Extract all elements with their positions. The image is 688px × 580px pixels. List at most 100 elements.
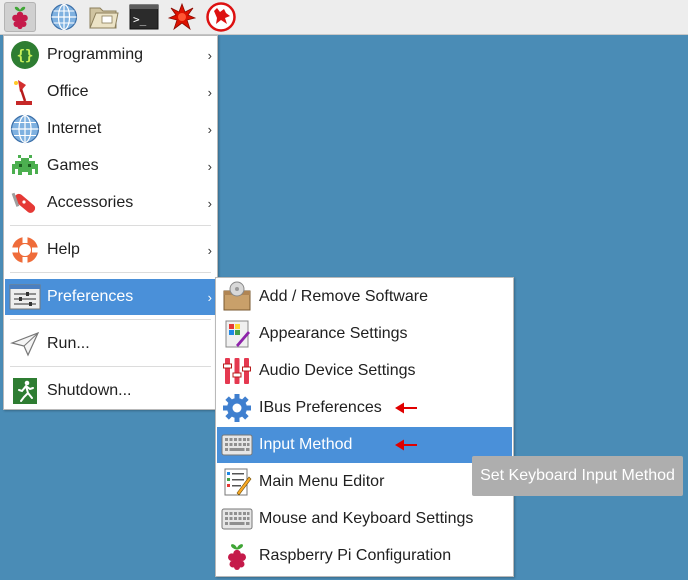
chevron-right-icon: ›	[207, 242, 212, 258]
accessories-icon-wrap	[8, 186, 42, 220]
annotation-arrow-icon	[395, 402, 417, 414]
menu-item-audio-device-settings[interactable]: Audio Device Settings	[217, 353, 512, 389]
package-icon-wrap	[220, 280, 254, 314]
audio-mixer-icon-wrap	[220, 354, 254, 388]
raspberry-icon	[228, 544, 246, 570]
preferences-icon-wrap	[8, 280, 42, 314]
menu-item-help[interactable]: Help ›	[5, 232, 216, 268]
keyboard-icon-wrap	[220, 428, 254, 462]
menu-item-label: IBus Preferences	[259, 399, 382, 416]
menu-separator	[10, 225, 211, 226]
chevron-right-icon: ›	[207, 289, 212, 305]
menu-item-main-menu-editor[interactable]: Main Menu Editor	[217, 464, 512, 500]
file-manager-button[interactable]	[88, 2, 120, 32]
menu-separator	[10, 319, 211, 320]
menu-item-label: Mouse and Keyboard Settings	[259, 510, 474, 527]
chevron-right-icon: ›	[207, 84, 212, 100]
web-browser-button[interactable]	[48, 2, 80, 32]
ibus-gear-icon-wrap	[220, 391, 254, 425]
terminal-icon: >_	[129, 4, 159, 30]
mathematica-icon	[168, 3, 196, 31]
accessories-icon	[11, 192, 36, 213]
office-icon	[14, 80, 32, 105]
office-icon-wrap	[8, 75, 42, 109]
menu-item-add-remove-software[interactable]: Add / Remove Software	[217, 279, 512, 315]
menu-editor-icon	[224, 468, 252, 496]
programming-icon-wrap: {}	[8, 38, 42, 72]
internet-icon	[10, 114, 40, 144]
menu-item-games[interactable]: Games ›	[5, 148, 216, 184]
tooltip-text: Set Keyboard Input Method	[480, 467, 675, 484]
appearance-icon	[225, 320, 250, 348]
menu-item-appearance-settings[interactable]: Appearance Settings	[217, 316, 512, 352]
raspberry-menu-button[interactable]	[4, 2, 36, 32]
package-icon	[223, 281, 251, 311]
menu-item-preferences[interactable]: Preferences ›	[5, 279, 216, 315]
web-browser-icon	[50, 3, 78, 31]
appearance-icon-wrap	[220, 317, 254, 351]
menu-item-shutdown[interactable]: Shutdown...	[5, 373, 216, 409]
terminal-button[interactable]: >_	[128, 2, 160, 32]
internet-icon-wrap	[8, 112, 42, 146]
menu-editor-icon-wrap	[220, 465, 254, 499]
programming-icon: {}	[11, 41, 39, 69]
preferences-submenu: Add / Remove Software Appearance Setting…	[215, 277, 514, 577]
menu-item-label: Office	[47, 83, 89, 100]
menu-separator	[10, 272, 211, 273]
menu-item-raspberry-pi-configuration[interactable]: Raspberry Pi Configuration	[217, 538, 512, 574]
mathematica-button[interactable]	[166, 2, 198, 32]
svg-text:{}: {}	[17, 48, 34, 64]
raspberry-icon-wrap	[220, 539, 254, 573]
menu-item-label: Preferences	[47, 288, 134, 305]
menu-item-label: Main Menu Editor	[259, 473, 385, 490]
menu-item-mouse-keyboard-settings[interactable]: Mouse and Keyboard Settings	[217, 501, 512, 537]
audio-mixer-icon	[223, 358, 251, 384]
menu-item-label: Accessories	[47, 194, 134, 211]
raspberry-menu-icon	[12, 6, 28, 30]
menu-item-label: Raspberry Pi Configuration	[259, 547, 452, 564]
menu-item-label: Shutdown...	[47, 382, 132, 399]
keyboard-icon	[221, 508, 253, 530]
ibus-gear-icon	[223, 394, 251, 422]
file-manager-icon	[89, 7, 119, 29]
menu-item-ibus-preferences[interactable]: IBus Preferences	[217, 390, 512, 426]
wolfram-icon	[206, 2, 236, 32]
menu-item-accessories[interactable]: Accessories ›	[5, 185, 216, 221]
menu-item-programming[interactable]: {} Programming ›	[5, 37, 216, 73]
preferences-icon	[9, 284, 41, 310]
tooltip: Set Keyboard Input Method	[472, 456, 683, 496]
menu-item-label: Input Method	[259, 436, 353, 453]
menu-separator	[10, 366, 211, 367]
annotation-arrow-icon	[395, 439, 417, 451]
menu-item-label: Run...	[47, 335, 90, 352]
chevron-right-icon: ›	[207, 158, 212, 174]
chevron-right-icon: ›	[207, 47, 212, 63]
menu-item-label: Internet	[47, 120, 102, 137]
menu-item-label: Add / Remove Software	[259, 288, 428, 305]
menu-item-input-method[interactable]: Input Method	[217, 427, 512, 463]
shutdown-icon-wrap	[8, 374, 42, 408]
help-icon-wrap	[8, 233, 42, 267]
keyboard-icon-wrap-2	[220, 502, 254, 536]
menu-item-run[interactable]: Run...	[5, 326, 216, 362]
run-icon	[10, 331, 40, 357]
menu-item-label: Help	[47, 241, 80, 258]
help-icon	[12, 237, 38, 263]
menu-item-label: Audio Device Settings	[259, 362, 416, 379]
run-icon-wrap	[8, 327, 42, 361]
menu-item-label: Appearance Settings	[259, 325, 408, 342]
wolfram-button[interactable]	[205, 2, 237, 32]
menu-item-label: Programming	[47, 46, 144, 63]
chevron-right-icon: ›	[207, 195, 212, 211]
games-icon	[12, 155, 38, 175]
keyboard-icon	[221, 434, 253, 456]
menu-item-internet[interactable]: Internet ›	[5, 111, 216, 147]
svg-text:>_: >_	[133, 13, 147, 26]
games-icon-wrap	[8, 149, 42, 183]
chevron-right-icon: ›	[207, 121, 212, 137]
taskbar: >_	[0, 0, 688, 35]
main-menu: {} Programming › Office › Internet › Gam…	[3, 35, 218, 410]
menu-item-label: Games	[47, 157, 99, 174]
menu-item-office[interactable]: Office ›	[5, 74, 216, 110]
shutdown-icon	[13, 378, 37, 404]
